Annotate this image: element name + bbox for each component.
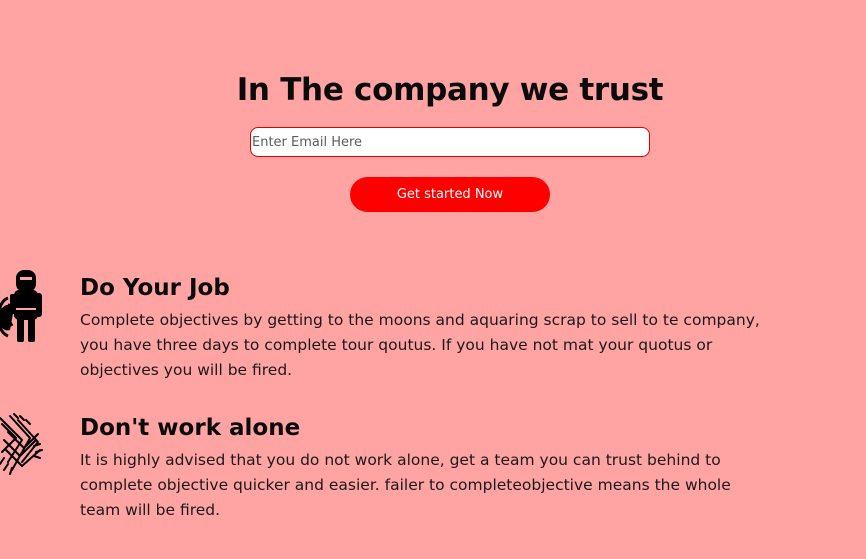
team-hands-icon bbox=[0, 410, 44, 484]
feature-title: Don't work alone bbox=[80, 415, 301, 441]
feature-title: Do Your Job bbox=[80, 275, 230, 301]
feature-description: Complete objectives by getting to the mo… bbox=[80, 311, 760, 379]
email-field[interactable] bbox=[250, 127, 650, 157]
get-started-button[interactable]: Get started Now bbox=[350, 177, 550, 212]
feature-description: It is highly advised that you do not wor… bbox=[80, 451, 731, 519]
hero-section: In The company we trust bbox=[0, 72, 866, 108]
page-title: In The company we trust bbox=[236, 72, 664, 108]
landing-page: In The company we trust Get started Now bbox=[0, 0, 866, 559]
hazmat-worker-icon bbox=[0, 268, 48, 348]
